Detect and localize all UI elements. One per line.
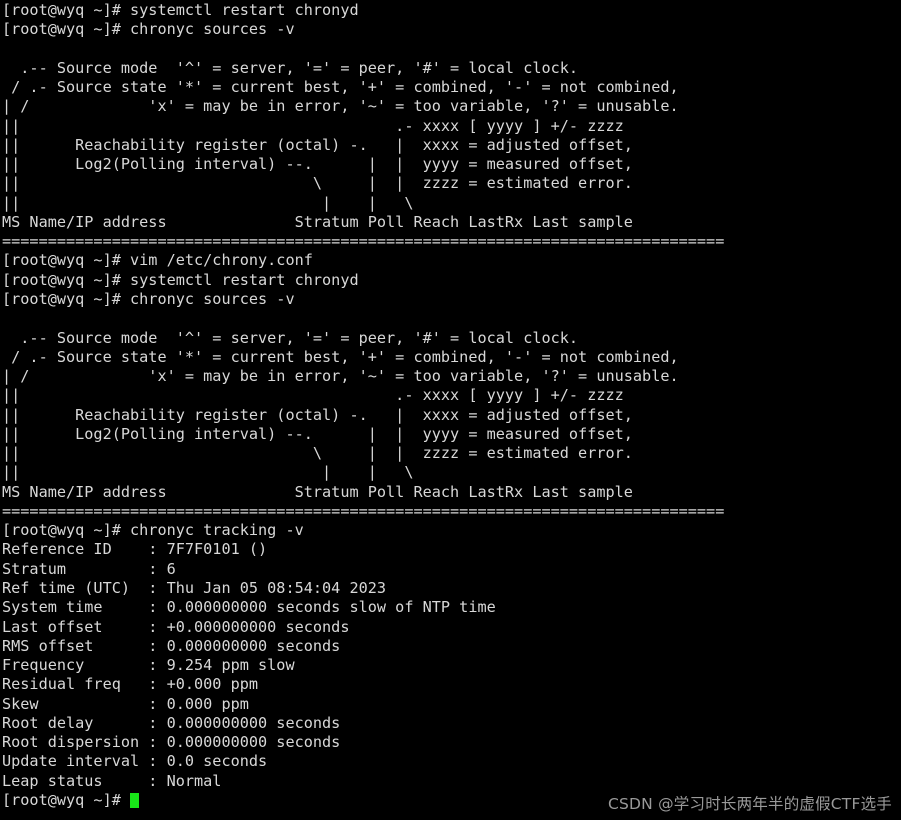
terminal-line: Last offset : +0.000000000 seconds [2,617,350,636]
terminal-line: Root dispersion : 0.000000000 seconds [2,733,341,752]
terminal-line: Ref time (UTC) : Thu Jan 05 08:54:04 202… [2,578,387,597]
terminal-line: Stratum : 6 [2,559,176,578]
terminal-line: | / 'x' = may be in error, '~' = too var… [2,97,679,116]
terminal-line: || Reachability register (octal) -. | xx… [2,135,633,154]
terminal-line: Frequency : 9.254 ppm slow [2,656,295,675]
terminal-line: Root delay : 0.000000000 seconds [2,713,341,732]
terminal-line: Skew : 0.000 ppm [2,694,249,713]
terminal-line: || Reachability register (octal) -. | xx… [2,405,633,424]
terminal-line: .-- Source mode '^' = server, '=' = peer… [2,58,579,77]
shell-prompt: [root@wyq ~]# [2,790,131,809]
terminal-line: [root@wyq ~]# vim /etc/chrony.conf [2,251,313,270]
terminal-line: / .- Source state '*' = current best, '+… [2,347,679,366]
terminal-line: Residual freq : +0.000 ppm [2,675,259,694]
terminal-line: Reference ID : 7F7F0101 () [2,540,268,559]
terminal-line: ========================================… [2,232,725,251]
terminal-line: || \ | | zzzz = estimated error. [2,174,633,193]
terminal-line: / .- Source state '*' = current best, '+… [2,78,679,97]
terminal-line: Update interval : 0.0 seconds [2,752,268,771]
terminal-window[interactable]: [root@wyq ~]# systemctl restart chronyd[… [0,0,901,820]
terminal-line: MS Name/IP address Stratum Poll Reach La… [2,482,633,501]
terminal-line: MS Name/IP address Stratum Poll Reach La… [2,212,633,231]
terminal-line: [root@wyq ~]# systemctl restart chronyd [2,270,359,289]
terminal-line: || | | \ [2,193,414,212]
terminal-line: || .- xxxx [ yyyy ] +/- zzzz [2,386,624,405]
terminal-line: || \ | | zzzz = estimated error. [2,444,633,463]
terminal-line: [root@wyq ~]# chronyc sources -v [2,20,295,39]
terminal-line: || Log2(Polling interval) --. | | yyyy =… [2,155,633,174]
csdn-watermark: CSDN @学习时长两年半的虚假CTF选手 [607,795,892,813]
terminal-line: Leap status : Normal [2,771,222,790]
terminal-line: || Log2(Polling interval) --. | | yyyy =… [2,424,633,443]
terminal-line: [root@wyq ~]# chronyc sources -v [2,289,295,308]
terminal-line: | / 'x' = may be in error, '~' = too var… [2,367,679,386]
terminal-line: ========================================… [2,501,725,520]
terminal-line: [root@wyq ~]# chronyc tracking -v [2,521,304,540]
terminal-line: || .- xxxx [ yyyy ] +/- zzzz [2,116,624,135]
terminal-line: .-- Source mode '^' = server, '=' = peer… [2,328,579,347]
terminal-line: [root@wyq ~]# systemctl restart chronyd [2,1,359,19]
terminal-line: System time : 0.000000000 seconds slow o… [2,598,496,617]
terminal-line: RMS offset : 0.000000000 seconds [2,636,341,655]
terminal-line: || | | \ [2,463,414,482]
text-cursor [130,792,140,808]
